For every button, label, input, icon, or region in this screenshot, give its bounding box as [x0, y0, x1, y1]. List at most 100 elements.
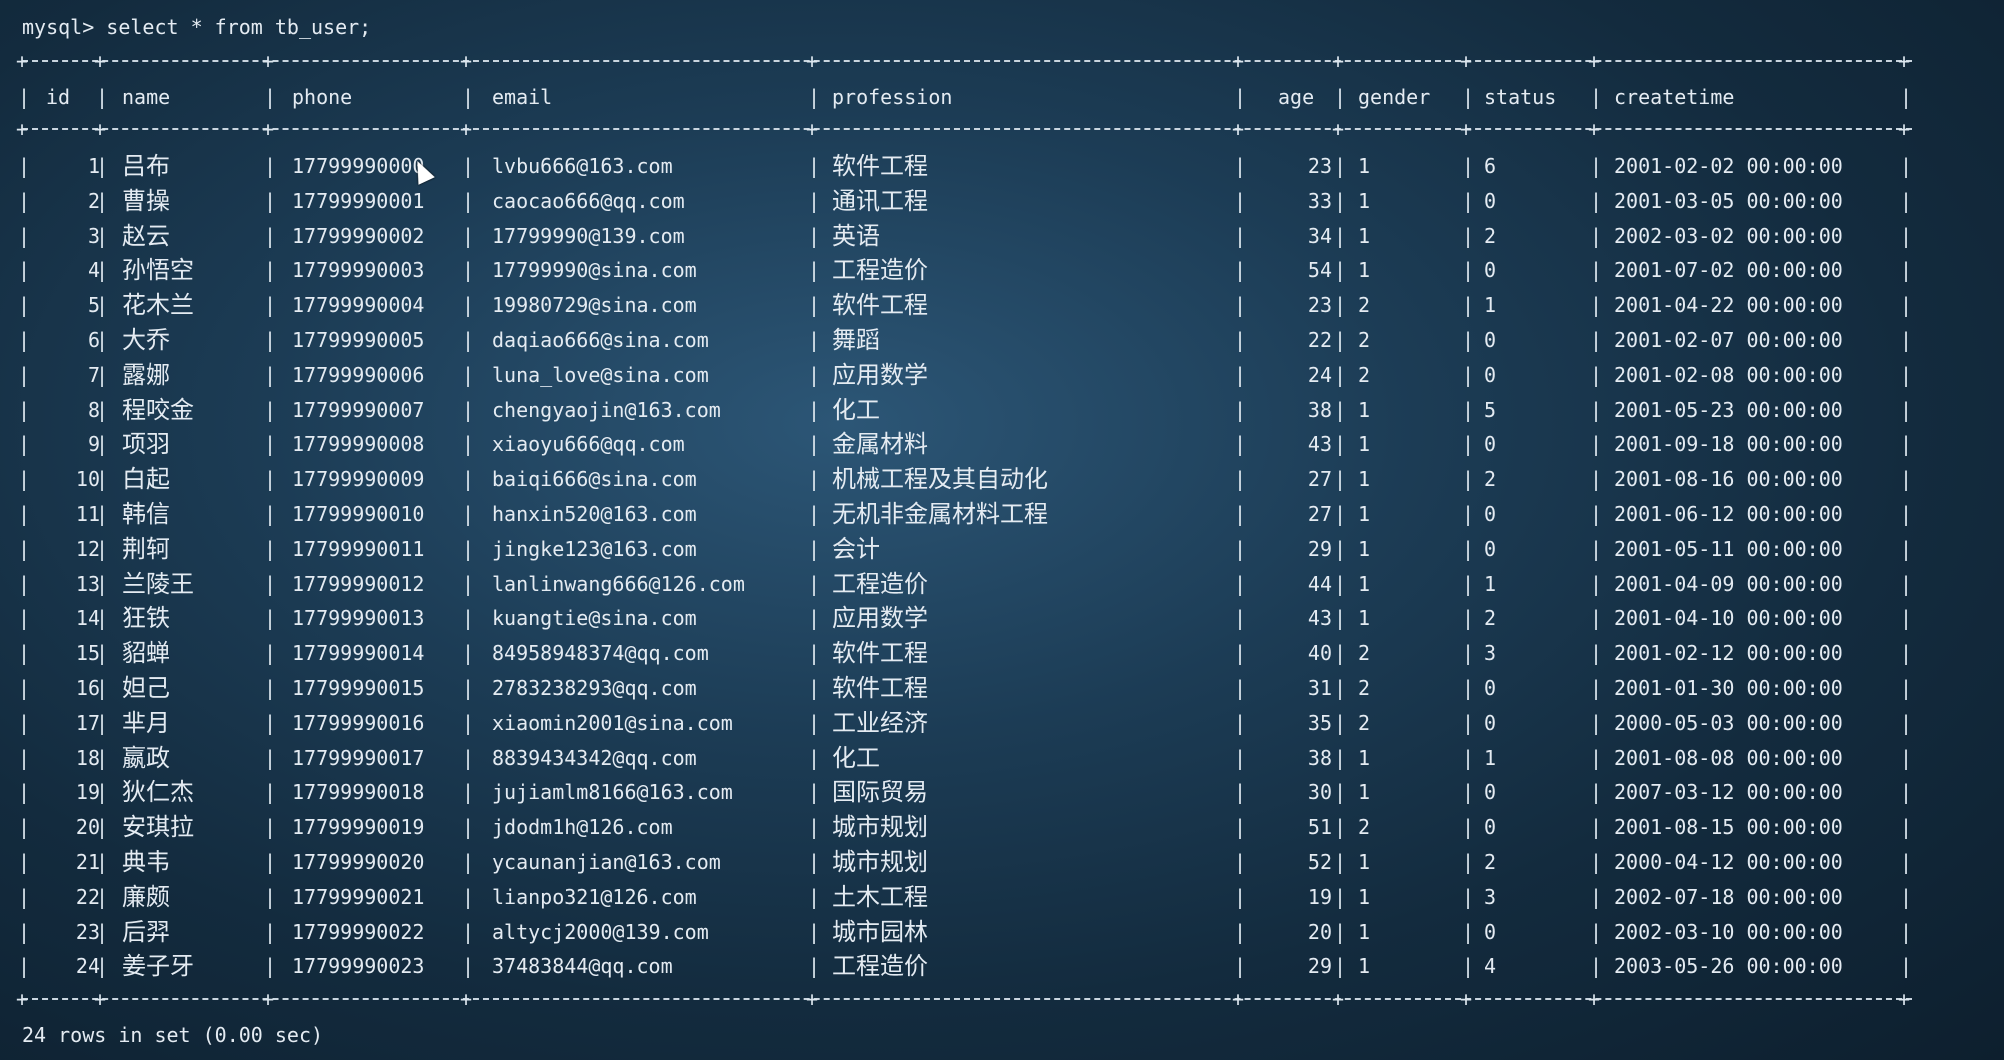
- cell-id: 8: [87, 397, 100, 422]
- cell-name: 狂铁: [122, 604, 170, 633]
- border-corner: +: [1232, 49, 1245, 73]
- column-divider: |: [1462, 154, 1475, 178]
- column-divider: |: [1334, 850, 1347, 874]
- cell-profession: 舞蹈: [832, 326, 880, 354]
- cell-age: 23: [1307, 293, 1332, 318]
- cell-gender: 1: [1358, 223, 1371, 248]
- cell-status: 2: [1484, 467, 1497, 492]
- terminal-window[interactable]: mysql> select * from tb_user; + + + + + + + + + +…: [16, 0, 1982, 1060]
- cell-name: 典韦: [122, 848, 170, 876]
- cell-createtime: 2000-04-12 00:00:00: [1614, 850, 1843, 874]
- column-divider: |: [1334, 780, 1347, 805]
- column-divider: |: [1590, 362, 1603, 387]
- column-divider: |: [462, 850, 475, 874]
- column-header-phone: phone: [292, 85, 353, 109]
- border-corner: +: [16, 987, 29, 1011]
- cell-id: 21: [75, 850, 100, 874]
- table-row: | | | | | | | | | | 9 项羽 17799990008 xiaoyu666@qq.com…: [18, 427, 1922, 461]
- border-corner: +: [94, 987, 107, 1011]
- cell-status: 3: [1484, 641, 1497, 666]
- column-divider: |: [1462, 676, 1475, 700]
- border-corner: +: [1460, 987, 1473, 1011]
- cell-age: 19: [1307, 884, 1332, 909]
- cell-createtime: 2001-04-22 00:00:00: [1614, 293, 1843, 318]
- cell-name: 貂蝉: [122, 639, 170, 668]
- cell-gender: 2: [1358, 328, 1371, 352]
- column-divider: |: [18, 502, 31, 526]
- column-divider: |: [18, 919, 31, 944]
- column-divider: |: [1234, 641, 1247, 666]
- cell-phone: 17799990018: [292, 780, 425, 805]
- cell-age: 30: [1307, 780, 1332, 805]
- border-corner: +: [1898, 987, 1911, 1011]
- column-divider: |: [1590, 641, 1603, 666]
- column-divider: |: [462, 536, 475, 561]
- cell-profession: 机械工程及其自动化: [832, 465, 1048, 494]
- column-divider: |: [1462, 884, 1475, 909]
- column-divider: |: [1234, 710, 1247, 735]
- cell-email: 84958948374@qq.com: [492, 641, 709, 666]
- cell-profession: 土木工程: [832, 882, 928, 911]
- cell-id: 4: [87, 258, 100, 283]
- command-prompt-line: mysql> select * from tb_user;: [22, 15, 372, 39]
- column-divider: |: [1462, 188, 1475, 213]
- column-divider: |: [1334, 467, 1347, 492]
- cell-status: 2: [1484, 606, 1497, 631]
- column-divider: |: [1334, 745, 1347, 770]
- cell-status: 5: [1484, 397, 1497, 422]
- border-corner: +: [1332, 987, 1345, 1011]
- cell-gender: 2: [1358, 676, 1371, 700]
- cell-profession: 应用数学: [832, 360, 928, 389]
- border-corner: +: [16, 117, 29, 141]
- column-divider: |: [1590, 293, 1603, 318]
- column-divider: |: [1234, 850, 1247, 874]
- cell-profession: 工程造价: [832, 569, 928, 598]
- cell-createtime: 2001-07-02 00:00:00: [1614, 258, 1843, 283]
- border-corner: +: [262, 117, 275, 141]
- column-divider: |: [18, 397, 31, 422]
- border-corner: +: [94, 117, 107, 141]
- column-divider: |: [1462, 954, 1475, 979]
- column-divider: |: [1234, 362, 1247, 387]
- column-divider: |: [1334, 676, 1347, 700]
- cell-id: 2: [87, 188, 100, 213]
- column-divider: |: [18, 571, 31, 596]
- column-divider: |: [462, 258, 475, 283]
- cell-email: 19980729@sina.com: [492, 293, 697, 318]
- cell-createtime: 2003-05-26 00:00:00: [1614, 954, 1843, 979]
- cell-profession: 英语: [832, 221, 880, 250]
- cell-email: 37483844@qq.com: [492, 954, 673, 979]
- cell-name: 白起: [122, 465, 170, 494]
- table-row: | | | | | | | | | | 19 狄仁杰 17799990018 jujiamlm8166@1…: [18, 775, 1922, 809]
- cell-name: 廉颇: [122, 882, 170, 911]
- query-result-summary: 24 rows in set (0.00 sec): [22, 1023, 324, 1047]
- cell-id: 10: [75, 467, 100, 492]
- cell-name: 荆轲: [122, 534, 170, 563]
- column-divider: |: [1590, 536, 1603, 561]
- cell-gender: 2: [1358, 710, 1371, 735]
- cell-id: 12: [75, 536, 100, 561]
- border-corner: +: [1588, 49, 1601, 73]
- cell-createtime: 2001-04-10 00:00:00: [1614, 606, 1843, 631]
- cell-createtime: 2002-07-18 00:00:00: [1614, 884, 1843, 909]
- table-row: | | | | | | | | | | 16 妲己 17799990015 2783238293@qq.c…: [18, 671, 1922, 705]
- cell-id: 5: [87, 293, 100, 318]
- column-header-profession: profession: [832, 85, 953, 109]
- cell-name: 韩信: [122, 500, 170, 528]
- table-row: | | | | | | | | | | 15 貂蝉 17799990014 84958948374@qq.…: [18, 636, 1922, 670]
- table-header-row: | | | | | | | | | | id name phone email profession age g…: [18, 80, 1922, 114]
- column-divider: |: [1590, 710, 1603, 735]
- cell-gender: 1: [1358, 850, 1371, 874]
- column-divider: |: [462, 328, 475, 352]
- cell-id: 6: [87, 328, 100, 352]
- cell-email: 8839434342@qq.com: [492, 745, 697, 770]
- column-divider: |: [1590, 815, 1603, 840]
- cell-gender: 2: [1358, 362, 1371, 387]
- column-divider: |: [18, 641, 31, 666]
- cell-email: 17799990@sina.com: [492, 258, 697, 283]
- cell-phone: 17799990009: [292, 467, 425, 492]
- column-divider: |: [1590, 328, 1603, 352]
- table-row: | | | | | | | | | | 7 露娜 17799990006 luna_love@sina.c…: [18, 358, 1922, 392]
- cell-phone: 17799990000: [292, 154, 425, 178]
- column-divider: |: [1462, 850, 1475, 874]
